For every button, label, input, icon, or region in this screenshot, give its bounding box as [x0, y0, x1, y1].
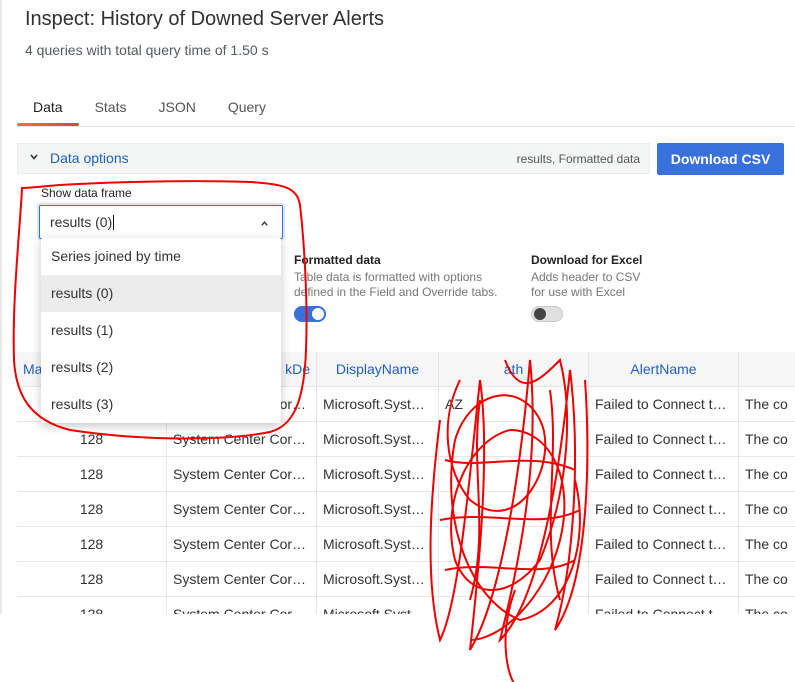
table-cell: System Center Core… — [167, 562, 317, 597]
table-cell: System Center Core… — [167, 492, 317, 527]
table-row: 128 System Center Core… Microsoft.Syst… Fai… — [17, 492, 795, 527]
table-cell: AZ — [439, 387, 589, 422]
table-cell: 128 — [17, 597, 167, 614]
table-cell: Microsoft.Syst… — [317, 422, 439, 457]
page-title: Inspect: History of Downed Server Alerts — [25, 8, 385, 30]
table-cell: Microsoft.Syst… — [317, 527, 439, 562]
dropdown-option-results-2[interactable]: results (2) — [41, 349, 281, 386]
table-cell: Microsoft.Syst… — [317, 457, 439, 492]
formatted-data-desc-1: Table data is formatted with options — [294, 270, 483, 284]
download-excel-desc-1: Adds header to CSV — [531, 270, 641, 284]
download-excel-title: Download for Excel — [531, 253, 643, 267]
table-cell: Failed to Connect to… — [589, 527, 739, 562]
table-cell: The co — [745, 431, 788, 447]
data-options-title: Data options — [50, 150, 129, 166]
table-cell: System Center Core… — [167, 422, 317, 457]
table-cell: Failed to Connect to… — [589, 422, 739, 457]
table-row: 128 System Center Core… Microsoft.Syst… Fai… — [17, 422, 795, 457]
table-cell: 128 — [17, 492, 167, 527]
column-header-displayname[interactable]: DisplayName — [317, 352, 439, 387]
table-cell: Failed to Connect to… — [589, 597, 739, 614]
table-cell: The co — [745, 466, 788, 482]
table-cell: The co — [745, 396, 788, 412]
table-cell: System Center Core… — [167, 457, 317, 492]
text-caret — [113, 215, 115, 230]
chevron-down-icon — [30, 154, 38, 160]
column-header-alertname[interactable]: AlertName — [589, 352, 739, 387]
data-options-toggle[interactable]: Data options results, Formatted data — [17, 143, 650, 174]
data-frame-select-value: results (0) — [50, 214, 115, 230]
tab-data[interactable]: Data — [17, 96, 79, 126]
formatted-data-desc-2: defined in the Field and Override tabs. — [294, 285, 498, 299]
table-cell — [439, 562, 589, 597]
table-row: 128 System Center Core… Microsoft.Syst… Fai… — [17, 562, 795, 597]
data-frame-dropdown: Series joined by time results (0) result… — [41, 238, 281, 423]
dropdown-option-results-0[interactable]: results (0) — [41, 275, 281, 312]
table-cell — [439, 492, 589, 527]
toggle-knob — [312, 308, 324, 320]
table-cell: The co — [745, 571, 788, 587]
table-cell: Microsoft.Syst… — [317, 492, 439, 527]
tabs-divider — [17, 126, 795, 127]
formatted-data-option: Formatted data Table data is formatted w… — [294, 253, 497, 322]
data-frame-select[interactable]: results (0) — [39, 205, 283, 239]
table-row: 128 System Center Core… Microsoft.Syst… Fai… — [17, 597, 795, 614]
dropdown-option-results-1[interactable]: results (1) — [41, 312, 281, 349]
table-cell: Failed to Connect to… — [589, 457, 739, 492]
chevron-up-icon — [261, 221, 268, 226]
table-row: 128 System Center Core… Microsoft.Syst… Fai… — [17, 457, 795, 492]
formatted-data-title: Formatted data — [294, 253, 381, 267]
formatted-data-toggle[interactable] — [294, 306, 326, 322]
table-cell: 128 — [17, 562, 167, 597]
table-cell — [439, 527, 589, 562]
table-cell: The co — [745, 536, 788, 552]
table-cell — [439, 457, 589, 492]
table-cell: Microsoft.Syst… — [317, 387, 439, 422]
table-cell: The co — [745, 501, 788, 517]
show-data-frame-label: Show data frame — [41, 186, 132, 200]
table-cell: Microsoft.Syst… — [317, 562, 439, 597]
table-cell: Failed to Connect to… — [589, 387, 739, 422]
dropdown-option-series-joined[interactable]: Series joined by time — [41, 238, 281, 275]
table-cell: 128 — [17, 527, 167, 562]
table-row: 128 System Center Core… Microsoft.Syst… Fai… — [17, 527, 795, 562]
tab-stats[interactable]: Stats — [79, 96, 143, 126]
table-cell — [439, 597, 589, 614]
download-excel-option: Download for Excel Adds header to CSV fo… — [531, 253, 642, 322]
tab-json[interactable]: JSON — [142, 96, 211, 126]
tab-bar: Data Stats JSON Query — [17, 96, 282, 126]
table-cell: Failed to Connect to… — [589, 562, 739, 597]
download-csv-button[interactable]: Download CSV — [657, 143, 784, 175]
tab-query[interactable]: Query — [212, 96, 282, 126]
table-cell: Failed to Connect to… — [589, 492, 739, 527]
table-cell: The co — [745, 606, 788, 614]
table-cell: System Center Core… — [167, 527, 317, 562]
data-options-summary: results, Formatted data — [516, 152, 640, 166]
drawer-edge — [0, 0, 2, 614]
table-cell: System Center Core… — [167, 597, 317, 614]
toggle-knob — [534, 308, 546, 320]
column-header-path[interactable]: ath — [439, 352, 589, 387]
download-excel-toggle[interactable] — [531, 306, 563, 322]
download-excel-desc-2: for use with Excel — [531, 285, 626, 299]
column-header[interactable] — [739, 352, 795, 387]
table-cell — [439, 422, 589, 457]
table-cell: 128 — [17, 457, 167, 492]
table-cell: Microsoft.Syst… — [317, 597, 439, 614]
table-cell: 128 — [17, 422, 167, 457]
dropdown-option-results-3[interactable]: results (3) — [41, 386, 281, 423]
inspect-drawer: Inspect: History of Downed Server Alerts… — [0, 0, 795, 614]
page-subtitle: 4 queries with total query time of 1.50 … — [25, 42, 269, 58]
